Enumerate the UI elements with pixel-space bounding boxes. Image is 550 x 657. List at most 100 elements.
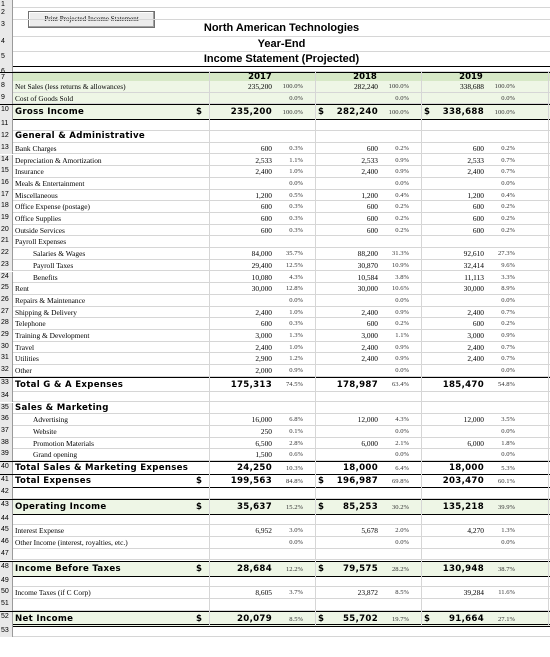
value-cell[interactable]: 2,400 (318, 307, 378, 319)
row-number[interactable]: 17 (0, 189, 13, 202)
row-number[interactable]: 39 (0, 449, 13, 461)
row-label[interactable]: Rent (15, 283, 195, 295)
row-label[interactable]: Shipping & Delivery (15, 307, 195, 319)
row-number[interactable]: 43 (0, 499, 13, 515)
currency-symbol[interactable]: $ (196, 612, 206, 627)
value-cell[interactable]: 16,000 (212, 414, 272, 426)
value-cell[interactable]: 600 (424, 318, 484, 330)
row-number[interactable]: 50 (0, 587, 13, 599)
value-cell[interactable]: 32,414 (424, 260, 484, 272)
row-number[interactable]: 37 (0, 425, 13, 438)
row-label[interactable]: Utilities (15, 353, 195, 365)
percent-cell[interactable]: 28.2% (379, 562, 409, 577)
currency-symbol[interactable]: $ (196, 500, 206, 515)
percent-cell[interactable]: 0.2% (485, 213, 515, 225)
percent-cell[interactable]: 0.7% (485, 155, 515, 167)
row-number[interactable]: 34 (0, 390, 13, 403)
value-cell[interactable]: 2,400 (212, 166, 272, 178)
row-label[interactable]: Income Taxes (if C Corp) (15, 587, 195, 599)
percent-cell[interactable]: 0.9% (273, 365, 303, 377)
percent-cell[interactable]: 0.4% (485, 190, 515, 202)
value-cell[interactable]: 600 (318, 318, 378, 330)
value-cell[interactable]: 2,400 (424, 166, 484, 178)
row-number[interactable]: 13 (0, 142, 13, 155)
value-cell[interactable]: 2,400 (318, 353, 378, 365)
row-number[interactable]: 52 (0, 611, 13, 627)
value-cell[interactable]: 282,240 (318, 81, 378, 93)
value-cell[interactable]: 30,000 (318, 283, 378, 295)
value-cell[interactable]: 30,870 (318, 260, 378, 272)
percent-cell[interactable]: 0.0% (379, 537, 409, 549)
percent-cell[interactable]: 9.6% (485, 260, 515, 272)
percent-cell[interactable]: 2.1% (379, 438, 409, 450)
percent-cell[interactable]: 63.4% (379, 378, 409, 392)
statement-title[interactable]: Income Statement (Projected) (13, 52, 550, 67)
percent-cell[interactable]: 11.6% (485, 587, 515, 599)
percent-cell[interactable]: 0.2% (379, 201, 409, 213)
value-cell[interactable]: 12,000 (318, 414, 378, 426)
value-cell[interactable]: 8,605 (212, 587, 272, 599)
percent-cell[interactable]: 0.2% (485, 143, 515, 155)
row-label[interactable]: Repairs & Maintenance (15, 295, 195, 307)
row-label[interactable]: Net Sales (less returns & allowances) (15, 81, 195, 93)
row-number[interactable]: 1 (0, 0, 13, 8)
row-label[interactable]: Payroll Taxes (33, 260, 213, 272)
value-cell[interactable]: 20,079 (212, 612, 272, 627)
percent-cell[interactable]: 10.9% (379, 260, 409, 272)
percent-cell[interactable]: 35.7% (273, 248, 303, 260)
percent-cell[interactable]: 1.1% (379, 330, 409, 342)
row-number[interactable]: 28 (0, 318, 13, 330)
value-cell[interactable]: 250 (212, 426, 272, 438)
percent-cell[interactable]: 0.9% (379, 166, 409, 178)
row-label[interactable]: Website (33, 426, 213, 438)
row-number[interactable]: 33 (0, 377, 13, 392)
row-number[interactable]: 15 (0, 166, 13, 178)
percent-cell[interactable]: 0.9% (379, 155, 409, 167)
percent-cell[interactable]: 0.1% (273, 426, 303, 438)
row-number[interactable]: 8 (0, 81, 13, 93)
percent-cell[interactable]: 0.0% (485, 426, 515, 438)
row-number[interactable]: 51 (0, 598, 13, 611)
value-cell[interactable]: 600 (318, 201, 378, 213)
value-cell[interactable]: 1,500 (212, 449, 272, 461)
row-number[interactable]: 14 (0, 154, 13, 167)
percent-cell[interactable]: 0.7% (485, 342, 515, 354)
percent-cell[interactable]: 0.9% (485, 330, 515, 342)
percent-cell[interactable]: 0.0% (379, 93, 409, 105)
percent-cell[interactable]: 69.8% (379, 475, 409, 488)
value-cell[interactable]: 600 (424, 201, 484, 213)
row-number[interactable]: 27 (0, 306, 13, 319)
value-cell[interactable]: 600 (424, 143, 484, 155)
value-cell[interactable]: 35,637 (212, 500, 272, 515)
percent-cell[interactable]: 0.0% (379, 449, 409, 461)
row-label[interactable]: Total G & A Expenses (15, 378, 195, 392)
value-cell[interactable]: 600 (212, 201, 272, 213)
percent-cell[interactable]: 0.3% (273, 201, 303, 213)
percent-cell[interactable]: 1.3% (485, 525, 515, 537)
value-cell[interactable]: 3,000 (212, 330, 272, 342)
row-number[interactable]: 48 (0, 561, 13, 577)
percent-cell[interactable]: 0.0% (273, 295, 303, 307)
percent-cell[interactable]: 1.0% (273, 342, 303, 354)
value-cell[interactable]: 600 (212, 225, 272, 237)
percent-cell[interactable]: 0.7% (485, 307, 515, 319)
percent-cell[interactable]: 100.0% (485, 105, 515, 120)
row-label[interactable]: Salaries & Wages (33, 248, 213, 260)
row-number[interactable]: 31 (0, 353, 13, 366)
value-cell[interactable]: 3,000 (424, 330, 484, 342)
value-cell[interactable]: 235,200 (212, 81, 272, 93)
percent-cell[interactable]: 74.5% (273, 378, 303, 392)
value-cell[interactable]: 2,533 (212, 155, 272, 167)
percent-cell[interactable]: 0.0% (485, 537, 515, 549)
value-cell[interactable]: 600 (212, 318, 272, 330)
percent-cell[interactable]: 0.0% (485, 93, 515, 105)
percent-cell[interactable]: 4.3% (273, 272, 303, 284)
currency-symbol[interactable]: $ (318, 475, 328, 488)
value-cell[interactable]: 30,000 (424, 283, 484, 295)
percent-cell[interactable]: 0.9% (379, 353, 409, 365)
percent-cell[interactable]: 1.8% (485, 438, 515, 450)
row-label[interactable]: Gross Income (15, 105, 195, 120)
row-label[interactable]: Office Supplies (15, 213, 195, 225)
row-label[interactable]: Depreciation & Amortization (15, 155, 195, 167)
percent-cell[interactable]: 3.8% (379, 272, 409, 284)
